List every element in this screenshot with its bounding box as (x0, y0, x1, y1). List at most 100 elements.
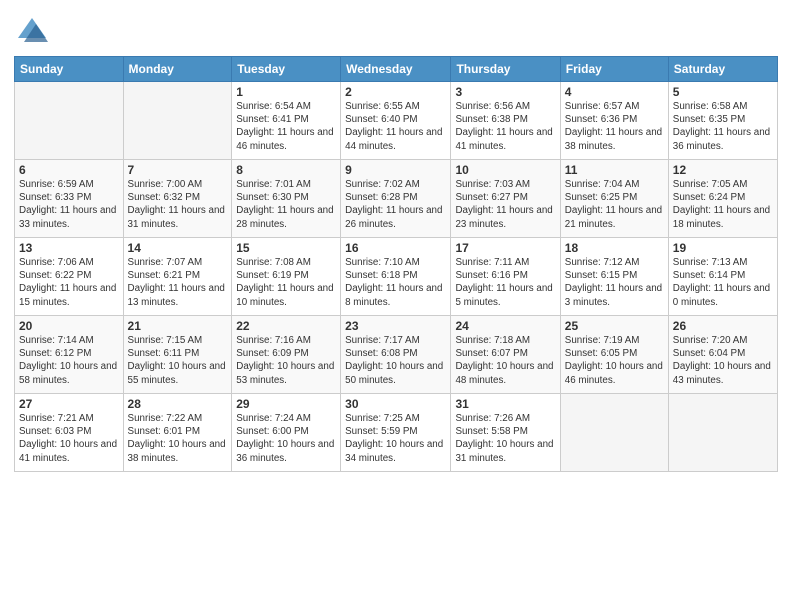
cell-day-number: 4 (565, 85, 664, 99)
calendar-cell: 22Sunrise: 7:16 AM Sunset: 6:09 PM Dayli… (232, 316, 341, 394)
calendar-cell: 8Sunrise: 7:01 AM Sunset: 6:30 PM Daylig… (232, 160, 341, 238)
calendar-cell (123, 82, 232, 160)
cell-day-number: 6 (19, 163, 119, 177)
weekday-header-sunday: Sunday (15, 57, 124, 82)
calendar-cell: 25Sunrise: 7:19 AM Sunset: 6:05 PM Dayli… (560, 316, 668, 394)
cell-day-number: 26 (673, 319, 773, 333)
cell-day-number: 21 (128, 319, 228, 333)
cell-day-number: 28 (128, 397, 228, 411)
cell-info-text: Sunrise: 7:17 AM Sunset: 6:08 PM Dayligh… (345, 334, 446, 387)
cell-day-number: 27 (19, 397, 119, 411)
weekday-header-saturday: Saturday (668, 57, 777, 82)
cell-info-text: Sunrise: 7:04 AM Sunset: 6:25 PM Dayligh… (565, 178, 664, 231)
calendar-cell: 10Sunrise: 7:03 AM Sunset: 6:27 PM Dayli… (451, 160, 560, 238)
cell-day-number: 24 (455, 319, 555, 333)
cell-info-text: Sunrise: 7:11 AM Sunset: 6:16 PM Dayligh… (455, 256, 555, 309)
calendar-cell (668, 394, 777, 472)
calendar-cell: 7Sunrise: 7:00 AM Sunset: 6:32 PM Daylig… (123, 160, 232, 238)
cell-day-number: 1 (236, 85, 336, 99)
calendar-cell: 5Sunrise: 6:58 AM Sunset: 6:35 PM Daylig… (668, 82, 777, 160)
cell-day-number: 2 (345, 85, 446, 99)
calendar-cell: 24Sunrise: 7:18 AM Sunset: 6:07 PM Dayli… (451, 316, 560, 394)
calendar-cell: 18Sunrise: 7:12 AM Sunset: 6:15 PM Dayli… (560, 238, 668, 316)
cell-info-text: Sunrise: 7:07 AM Sunset: 6:21 PM Dayligh… (128, 256, 228, 309)
weekday-header-tuesday: Tuesday (232, 57, 341, 82)
cell-info-text: Sunrise: 7:10 AM Sunset: 6:18 PM Dayligh… (345, 256, 446, 309)
cell-day-number: 7 (128, 163, 228, 177)
cell-day-number: 22 (236, 319, 336, 333)
cell-day-number: 20 (19, 319, 119, 333)
cell-day-number: 10 (455, 163, 555, 177)
calendar-cell: 1Sunrise: 6:54 AM Sunset: 6:41 PM Daylig… (232, 82, 341, 160)
cell-info-text: Sunrise: 7:05 AM Sunset: 6:24 PM Dayligh… (673, 178, 773, 231)
calendar-cell (560, 394, 668, 472)
weekday-header-thursday: Thursday (451, 57, 560, 82)
cell-info-text: Sunrise: 7:26 AM Sunset: 5:58 PM Dayligh… (455, 412, 555, 465)
cell-day-number: 25 (565, 319, 664, 333)
cell-info-text: Sunrise: 7:03 AM Sunset: 6:27 PM Dayligh… (455, 178, 555, 231)
week-row-4: 27Sunrise: 7:21 AM Sunset: 6:03 PM Dayli… (15, 394, 778, 472)
cell-info-text: Sunrise: 7:25 AM Sunset: 5:59 PM Dayligh… (345, 412, 446, 465)
calendar-table: SundayMondayTuesdayWednesdayThursdayFrid… (14, 56, 778, 472)
cell-day-number: 31 (455, 397, 555, 411)
cell-info-text: Sunrise: 6:55 AM Sunset: 6:40 PM Dayligh… (345, 100, 446, 153)
cell-info-text: Sunrise: 7:22 AM Sunset: 6:01 PM Dayligh… (128, 412, 228, 465)
calendar-cell: 13Sunrise: 7:06 AM Sunset: 6:22 PM Dayli… (15, 238, 124, 316)
header (14, 10, 778, 50)
calendar-cell: 29Sunrise: 7:24 AM Sunset: 6:00 PM Dayli… (232, 394, 341, 472)
cell-day-number: 18 (565, 241, 664, 255)
cell-day-number: 3 (455, 85, 555, 99)
cell-day-number: 8 (236, 163, 336, 177)
cell-day-number: 14 (128, 241, 228, 255)
cell-info-text: Sunrise: 7:20 AM Sunset: 6:04 PM Dayligh… (673, 334, 773, 387)
calendar-cell: 16Sunrise: 7:10 AM Sunset: 6:18 PM Dayli… (341, 238, 451, 316)
calendar-cell: 4Sunrise: 6:57 AM Sunset: 6:36 PM Daylig… (560, 82, 668, 160)
cell-info-text: Sunrise: 7:01 AM Sunset: 6:30 PM Dayligh… (236, 178, 336, 231)
weekday-header-row: SundayMondayTuesdayWednesdayThursdayFrid… (15, 57, 778, 82)
week-row-2: 13Sunrise: 7:06 AM Sunset: 6:22 PM Dayli… (15, 238, 778, 316)
cell-info-text: Sunrise: 6:59 AM Sunset: 6:33 PM Dayligh… (19, 178, 119, 231)
calendar-cell: 17Sunrise: 7:11 AM Sunset: 6:16 PM Dayli… (451, 238, 560, 316)
weekday-header-friday: Friday (560, 57, 668, 82)
cell-day-number: 9 (345, 163, 446, 177)
week-row-1: 6Sunrise: 6:59 AM Sunset: 6:33 PM Daylig… (15, 160, 778, 238)
cell-info-text: Sunrise: 7:02 AM Sunset: 6:28 PM Dayligh… (345, 178, 446, 231)
cell-day-number: 12 (673, 163, 773, 177)
cell-info-text: Sunrise: 7:24 AM Sunset: 6:00 PM Dayligh… (236, 412, 336, 465)
cell-day-number: 29 (236, 397, 336, 411)
cell-info-text: Sunrise: 7:08 AM Sunset: 6:19 PM Dayligh… (236, 256, 336, 309)
cell-day-number: 15 (236, 241, 336, 255)
logo-icon (14, 14, 50, 50)
cell-day-number: 11 (565, 163, 664, 177)
cell-info-text: Sunrise: 6:58 AM Sunset: 6:35 PM Dayligh… (673, 100, 773, 153)
cell-day-number: 17 (455, 241, 555, 255)
cell-info-text: Sunrise: 7:19 AM Sunset: 6:05 PM Dayligh… (565, 334, 664, 387)
calendar-cell: 6Sunrise: 6:59 AM Sunset: 6:33 PM Daylig… (15, 160, 124, 238)
logo (14, 14, 54, 50)
calendar-cell: 30Sunrise: 7:25 AM Sunset: 5:59 PM Dayli… (341, 394, 451, 472)
cell-info-text: Sunrise: 7:12 AM Sunset: 6:15 PM Dayligh… (565, 256, 664, 309)
weekday-header-monday: Monday (123, 57, 232, 82)
calendar-cell: 12Sunrise: 7:05 AM Sunset: 6:24 PM Dayli… (668, 160, 777, 238)
calendar-cell: 23Sunrise: 7:17 AM Sunset: 6:08 PM Dayli… (341, 316, 451, 394)
cell-day-number: 30 (345, 397, 446, 411)
cell-info-text: Sunrise: 6:56 AM Sunset: 6:38 PM Dayligh… (455, 100, 555, 153)
cell-day-number: 13 (19, 241, 119, 255)
calendar-cell: 9Sunrise: 7:02 AM Sunset: 6:28 PM Daylig… (341, 160, 451, 238)
cell-info-text: Sunrise: 7:18 AM Sunset: 6:07 PM Dayligh… (455, 334, 555, 387)
cell-info-text: Sunrise: 7:06 AM Sunset: 6:22 PM Dayligh… (19, 256, 119, 309)
calendar-cell: 11Sunrise: 7:04 AM Sunset: 6:25 PM Dayli… (560, 160, 668, 238)
week-row-3: 20Sunrise: 7:14 AM Sunset: 6:12 PM Dayli… (15, 316, 778, 394)
calendar-cell: 2Sunrise: 6:55 AM Sunset: 6:40 PM Daylig… (341, 82, 451, 160)
cell-info-text: Sunrise: 6:54 AM Sunset: 6:41 PM Dayligh… (236, 100, 336, 153)
cell-info-text: Sunrise: 7:15 AM Sunset: 6:11 PM Dayligh… (128, 334, 228, 387)
cell-info-text: Sunrise: 6:57 AM Sunset: 6:36 PM Dayligh… (565, 100, 664, 153)
cell-info-text: Sunrise: 7:00 AM Sunset: 6:32 PM Dayligh… (128, 178, 228, 231)
cell-day-number: 5 (673, 85, 773, 99)
calendar-cell: 15Sunrise: 7:08 AM Sunset: 6:19 PM Dayli… (232, 238, 341, 316)
calendar-cell: 21Sunrise: 7:15 AM Sunset: 6:11 PM Dayli… (123, 316, 232, 394)
cell-info-text: Sunrise: 7:14 AM Sunset: 6:12 PM Dayligh… (19, 334, 119, 387)
cell-day-number: 19 (673, 241, 773, 255)
cell-info-text: Sunrise: 7:21 AM Sunset: 6:03 PM Dayligh… (19, 412, 119, 465)
cell-day-number: 16 (345, 241, 446, 255)
